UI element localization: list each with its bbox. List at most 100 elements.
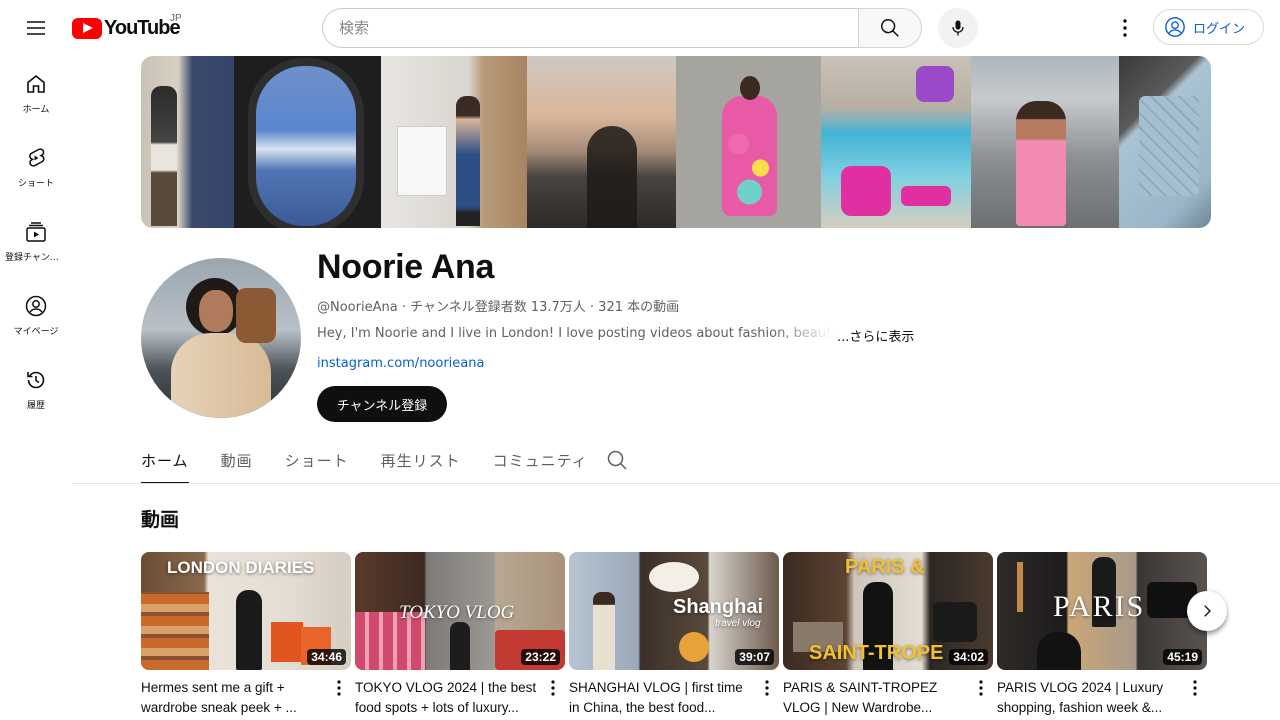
thumbnail-overlay-text: Shanghai	[673, 596, 764, 618]
youtube-play-icon	[72, 17, 102, 39]
channel-meta: @NoorieAna · チャンネル登録者数 13.7万人 · 321 本の動画	[317, 300, 680, 315]
more-vert-icon	[1123, 19, 1127, 37]
video-title[interactable]: PARIS VLOG 2024 | Luxury shopping, fashi…	[997, 678, 1182, 718]
search-input[interactable]	[339, 19, 859, 37]
channel-search-icon[interactable]	[605, 448, 629, 472]
video-card[interactable]: PARIS & SAINT-TROPE 34:02 PARIS & SAINT-…	[783, 552, 993, 718]
chevron-right-icon	[1204, 605, 1211, 617]
channel-description[interactable]: Hey, I'm Noorie and I live in London! I …	[317, 326, 914, 345]
banner-photo	[821, 56, 971, 228]
thumbnail-overlay-text: LONDON DIARIES	[167, 558, 315, 577]
video-title[interactable]: PARIS & SAINT-TROPEZ VLOG | New Wardrobe…	[783, 678, 968, 718]
thumbnail-overlay-text: TOKYO VLOG	[399, 602, 515, 623]
home-icon	[27, 74, 45, 93]
video-duration: 39:07	[735, 649, 774, 665]
more-vert-icon	[979, 680, 983, 696]
channel-avatar	[141, 258, 301, 418]
guide-item-label: ホーム	[22, 105, 50, 115]
video-title[interactable]: Hermes sent me a gift + wardrobe sneak p…	[141, 678, 326, 718]
settings-menu-button[interactable]	[1105, 8, 1145, 48]
shelf-title: 動画	[141, 509, 180, 531]
tab-home[interactable]: ホーム	[141, 440, 189, 484]
guide-item-label: 登録チャンネル	[5, 253, 67, 263]
search-button[interactable]	[858, 8, 922, 48]
voice-search-button[interactable]	[938, 8, 978, 48]
video-duration: 23:22	[521, 649, 560, 665]
video-menu-button[interactable]	[759, 676, 775, 700]
channel-tabs: ホーム 動画 ショート 再生リスト コミュニティ	[141, 440, 620, 484]
thumbnail-overlay-text-2: SAINT-TROPE	[809, 642, 944, 664]
guide-item-home[interactable]: ホーム	[4, 56, 68, 130]
guide-item-subscriptions[interactable]: 登録チャンネル	[4, 204, 68, 278]
channel-banner	[141, 56, 1211, 228]
show-more-link[interactable]: ...さらに表示	[837, 326, 914, 345]
banner-photo	[381, 56, 527, 228]
video-card[interactable]: TOKYO VLOG 23:22 TOKYO VLOG 2024 | the b…	[355, 552, 565, 718]
banner-photo	[527, 56, 676, 228]
search-icon	[881, 19, 899, 37]
video-shelf: LONDON DIARIES 34:46 Hermes sent me a gi…	[141, 552, 1207, 718]
youtube-logo[interactable]: YouTube	[72, 16, 181, 39]
tabs-divider	[72, 483, 1280, 484]
video-menu-button[interactable]	[545, 676, 561, 700]
video-thumbnail[interactable]: Shanghai travel vlog 39:07	[569, 552, 779, 670]
guide-item-shorts[interactable]: ショート	[4, 130, 68, 204]
video-thumbnail[interactable]: PARIS & SAINT-TROPE 34:02	[783, 552, 993, 670]
video-thumbnail[interactable]: LONDON DIARIES 34:46	[141, 552, 351, 670]
microphone-icon	[952, 20, 964, 36]
shelf-next-button[interactable]	[1187, 591, 1227, 631]
video-thumbnail[interactable]: TOKYO VLOG 23:22	[355, 552, 565, 670]
video-menu-button[interactable]	[331, 676, 347, 700]
shorts-icon	[29, 148, 45, 167]
video-menu-button[interactable]	[973, 676, 989, 700]
description-text: Hey, I'm Noorie and I live in London! I …	[317, 326, 833, 341]
channel-external-link[interactable]: instagram.com/noorieana	[317, 356, 484, 371]
video-card[interactable]: PARIS 45:19 PARIS VLOG 2024 | Luxury sho…	[997, 552, 1207, 718]
video-duration: 34:02	[949, 649, 988, 665]
video-title[interactable]: TOKYO VLOG 2024 | the best food spots + …	[355, 678, 540, 718]
guide-item-label: 履歴	[26, 401, 45, 411]
guide-item-label: ショート	[17, 179, 54, 189]
search-box	[322, 8, 859, 48]
banner-photo	[1119, 56, 1211, 228]
guide-item-label: マイページ	[13, 327, 59, 337]
video-card[interactable]: LONDON DIARIES 34:46 Hermes sent me a gi…	[141, 552, 351, 718]
video-thumbnail[interactable]: PARIS 45:19	[997, 552, 1207, 670]
login-label: ログイン	[1193, 21, 1246, 37]
guide-menu-button[interactable]	[16, 8, 56, 48]
guide-item-you[interactable]: マイページ	[4, 278, 68, 352]
banner-photo	[234, 56, 381, 228]
more-vert-icon	[551, 680, 555, 696]
video-duration: 34:46	[307, 649, 346, 665]
masthead: YouTube JP ログイン	[0, 0, 1280, 56]
banner-photo	[676, 56, 821, 228]
more-vert-icon	[765, 680, 769, 696]
history-icon	[27, 371, 45, 389]
tab-shorts[interactable]: ショート	[285, 440, 349, 484]
tab-playlists[interactable]: 再生リスト	[381, 440, 461, 484]
tab-videos[interactable]: 動画	[221, 440, 253, 484]
more-vert-icon	[1193, 680, 1197, 696]
tab-community[interactable]: コミュニティ	[493, 440, 588, 484]
account-circle-icon	[1165, 17, 1185, 37]
country-code: JP	[170, 13, 182, 24]
video-card[interactable]: Shanghai travel vlog 39:07 SHANGHAI VLOG…	[569, 552, 779, 718]
more-vert-icon	[337, 680, 341, 696]
video-title[interactable]: SHANGHAI VLOG | first time in China, the…	[569, 678, 754, 718]
video-menu-button[interactable]	[1187, 676, 1203, 700]
you-icon	[25, 295, 47, 317]
hamburger-icon	[27, 21, 45, 35]
banner-photo	[141, 56, 234, 228]
banner-photo	[971, 56, 1119, 228]
subscribe-button[interactable]: チャンネル登録	[317, 386, 447, 422]
thumbnail-overlay-text: PARIS &	[845, 556, 925, 578]
logo-text: YouTube	[104, 16, 181, 39]
thumbnail-overlay-subtext: travel vlog	[715, 618, 761, 629]
subscriptions-icon	[26, 222, 46, 242]
video-duration: 45:19	[1163, 649, 1202, 665]
thumbnail-overlay-text: PARIS	[1053, 590, 1146, 623]
mini-guide: ホーム ショート 登録チャンネル マイページ 履歴	[0, 56, 72, 426]
channel-name: Noorie Ana	[317, 248, 495, 286]
guide-item-history[interactable]: 履歴	[4, 352, 68, 426]
login-button[interactable]: ログイン	[1153, 9, 1264, 45]
